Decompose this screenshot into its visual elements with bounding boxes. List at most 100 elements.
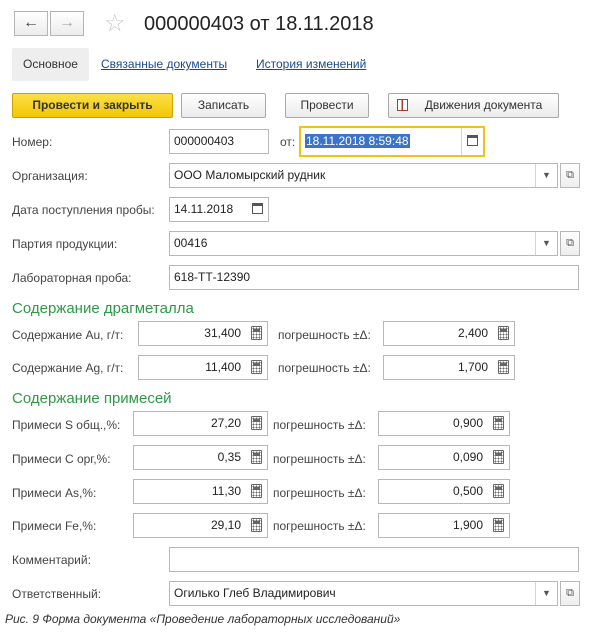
- responsible-label: Ответственный:: [12, 587, 102, 601]
- calculator-icon[interactable]: [251, 518, 262, 532]
- movements-label: Движения документа: [424, 98, 543, 112]
- open-icon: ⧉: [566, 237, 574, 249]
- calculator-icon[interactable]: [493, 484, 504, 498]
- chevron-down-icon: ▼: [542, 588, 551, 598]
- responsible-open-button[interactable]: ⧉: [560, 581, 580, 606]
- section-title-impurities: Содержание примесей: [12, 390, 172, 407]
- au-error-label: погрешность ±Δ:: [278, 328, 371, 342]
- au-label: Содержание Au, г/т:: [12, 328, 124, 342]
- calculator-icon[interactable]: [251, 326, 262, 340]
- batch-open-button[interactable]: ⧉: [560, 231, 580, 256]
- c-field[interactable]: 0,35: [133, 445, 268, 470]
- organization-dropdown-button[interactable]: ▼: [535, 164, 557, 187]
- organization-value: ООО Маломырский рудник: [174, 168, 326, 182]
- calculator-icon[interactable]: [493, 518, 504, 532]
- fe-error-field[interactable]: 1,900: [378, 513, 510, 538]
- au-error-field[interactable]: 2,400: [383, 321, 515, 346]
- calendar-icon: [467, 135, 478, 146]
- as-label: Примеси As,%:: [12, 486, 97, 500]
- save-button[interactable]: Записать: [181, 93, 266, 118]
- tab-main[interactable]: Основное: [12, 48, 89, 81]
- calculator-icon[interactable]: [251, 360, 262, 374]
- au-value: 31,400: [204, 326, 241, 340]
- as-error-label: погрешность ±Δ:: [273, 486, 366, 500]
- date-from-label: от:: [280, 135, 296, 149]
- organization-open-button[interactable]: ⧉: [560, 163, 580, 188]
- lab-sample-label: Лабораторная проба:: [12, 271, 132, 285]
- sample-date-value: 14.11.2018: [174, 202, 234, 216]
- s-error-label: погрешность ±Δ:: [273, 418, 366, 432]
- responsible-value: Огилько Глеб Владимирович: [174, 586, 336, 600]
- ag-value: 11,400: [205, 360, 241, 374]
- post-and-close-button[interactable]: Провести и закрыть: [12, 93, 173, 118]
- fe-error-value: 1,900: [452, 518, 483, 532]
- as-error-field[interactable]: 0,500: [378, 479, 510, 504]
- c-error-field[interactable]: 0,090: [378, 445, 510, 470]
- number-field[interactable]: 000000403: [169, 129, 269, 154]
- chevron-down-icon: ▼: [542, 238, 551, 248]
- calculator-icon[interactable]: [251, 484, 262, 498]
- section-title-metal: Содержание драгметалла: [12, 300, 194, 317]
- s-error-field[interactable]: 0,900: [378, 411, 510, 436]
- ag-error-label: погрешность ±Δ:: [278, 361, 371, 375]
- calculator-icon[interactable]: [251, 416, 262, 430]
- organization-label: Организация:: [12, 169, 88, 183]
- au-error-value: 2,400: [457, 326, 488, 340]
- as-field[interactable]: 11,30: [133, 479, 268, 504]
- fe-error-label: погрешность ±Δ:: [273, 519, 366, 533]
- open-icon: ⧉: [566, 587, 574, 599]
- document-date-value: 18.11.2018 8:59:48: [305, 134, 410, 148]
- responsible-field[interactable]: Огилько Глеб Владимирович ▼: [169, 581, 558, 606]
- s-value: 27,20: [210, 416, 241, 430]
- batch-field[interactable]: 00416 ▼: [169, 231, 558, 256]
- comment-field[interactable]: [169, 547, 579, 572]
- responsible-dropdown-button[interactable]: ▼: [535, 582, 557, 605]
- movements-icon: [397, 99, 408, 111]
- batch-value: 00416: [174, 236, 208, 250]
- au-field[interactable]: 31,400: [138, 321, 268, 346]
- number-label: Номер:: [12, 135, 53, 149]
- fe-value: 29,10: [210, 518, 241, 532]
- ag-error-field[interactable]: 1,700: [383, 355, 515, 380]
- as-value: 11,30: [211, 484, 241, 498]
- ag-label: Содержание Ag, г/т:: [12, 361, 124, 375]
- calendar-icon[interactable]: [252, 203, 263, 214]
- lab-sample-field[interactable]: 618-ТТ-12390: [169, 265, 579, 290]
- post-button[interactable]: Провести: [285, 93, 369, 118]
- calculator-icon[interactable]: [493, 450, 504, 464]
- page-title: 000000403 от 18.11.2018: [144, 13, 374, 35]
- s-error-value: 0,900: [452, 416, 483, 430]
- sample-date-label: Дата поступления пробы:: [12, 203, 155, 217]
- figure-caption: Рис. 9 Форма документа «Проведение лабор…: [5, 612, 401, 626]
- calculator-icon[interactable]: [498, 360, 509, 374]
- calculator-icon[interactable]: [251, 450, 262, 464]
- date-picker-button[interactable]: [461, 128, 483, 155]
- document-date-field[interactable]: 18.11.2018 8:59:48: [299, 126, 485, 157]
- forward-button[interactable]: →: [50, 11, 84, 36]
- c-error-value: 0,090: [452, 450, 483, 464]
- calculator-icon[interactable]: [498, 326, 509, 340]
- batch-dropdown-button[interactable]: ▼: [535, 232, 557, 255]
- tab-change-history[interactable]: История изменений: [256, 57, 366, 71]
- open-icon: ⧉: [566, 169, 574, 181]
- tab-related-documents[interactable]: Связанные документы: [101, 57, 227, 71]
- as-error-value: 0,500: [452, 484, 483, 498]
- ag-field[interactable]: 11,400: [138, 355, 268, 380]
- fe-label: Примеси Fe,%:: [12, 519, 97, 533]
- c-value: 0,35: [217, 450, 241, 464]
- back-button[interactable]: ←: [14, 11, 48, 36]
- organization-field[interactable]: ООО Маломырский рудник ▼: [169, 163, 558, 188]
- chevron-down-icon: ▼: [542, 170, 551, 180]
- star-icon[interactable]: ☆: [104, 12, 126, 36]
- calculator-icon[interactable]: [493, 416, 504, 430]
- document-movements-button[interactable]: Движения документа: [388, 93, 559, 118]
- sample-date-field[interactable]: 14.11.2018: [169, 197, 269, 222]
- ag-error-value: 1,700: [457, 360, 488, 374]
- s-field[interactable]: 27,20: [133, 411, 268, 436]
- comment-label: Комментарий:: [12, 553, 91, 567]
- arrow-right-icon: →: [59, 14, 75, 31]
- arrow-left-icon: ←: [23, 14, 39, 31]
- fe-field[interactable]: 29,10: [133, 513, 268, 538]
- batch-label: Партия продукции:: [12, 237, 118, 251]
- s-label: Примеси S общ.,%:: [12, 418, 121, 432]
